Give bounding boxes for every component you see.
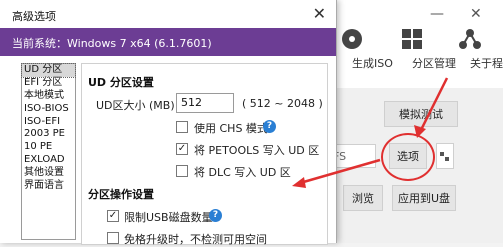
category-item-local[interactable]: 本地模式 [22,90,75,103]
grid-icon [402,29,422,49]
category-item-exload[interactable]: EXLOAD [22,154,75,167]
system-info-bar: 当前系统：Windows 7 x64 (6.1.7601) [0,28,336,56]
category-item-efi[interactable]: EFI 分区 [22,77,75,90]
toolbar-generate-iso-label: 生成ISO [352,57,393,70]
category-item-language[interactable]: 界面语言 [22,180,75,193]
minimize-button[interactable]: — [430,6,444,22]
checker-icon [440,152,449,161]
disc-icon [342,29,362,49]
ud-size-input[interactable]: 512 [176,93,234,113]
category-item-ud[interactable]: UD 分区 [21,63,76,78]
upgrade-no-check-checkbox[interactable] [107,232,119,244]
main-close-button[interactable]: ✕ [470,6,482,22]
limit-usb-label: 限制USB磁盘数量 [124,211,213,224]
chs-mode-label: 使用 CHS 模式 [194,122,268,135]
chs-mode-checkbox[interactable] [176,121,188,133]
category-item-2003pe[interactable]: 2003 PE [22,128,75,141]
limit-usb-checkbox[interactable]: ✓ [107,210,119,222]
toolbar-partition-manage[interactable]: 分区管理 [385,28,456,70]
category-item-iso-efi[interactable]: ISO-EFI [22,116,75,129]
dlc-label: 将 DLC 写入 UD 区 [194,166,291,179]
category-list[interactable]: UD 分区 EFI 分区 本地模式 ISO-BIOS ISO-EFI 2003 … [21,63,76,240]
toolbar-partition-manage-label: 分区管理 [412,57,456,70]
petools-label: 将 PETOOLS 写入 UD 区 [194,144,320,157]
chs-help-icon[interactable]: ? [263,120,276,133]
toolbar-about-label: 关于程序 [470,57,503,70]
system-info-text: 当前系统：Windows 7 x64 (6.1.7601) [12,37,212,50]
browse-button[interactable]: 浏览 [343,185,383,211]
extra-square-button[interactable] [436,143,454,169]
dialog-close-button[interactable]: ✕ [313,4,326,23]
advanced-options-dialog: 高级选项 ✕ 当前系统：Windows 7 x64 (6.1.7601) UD … [0,0,337,246]
options-highlight-circle [381,133,435,181]
upgrade-no-check-label: 免格升级时，不检测可用空间 [124,233,267,246]
toolbar-about[interactable]: 关于程序 [443,28,503,70]
main-toolbar: — ✕ 生成ISO 分区管理 关于程序 [330,0,503,88]
category-item-iso-bios[interactable]: ISO-BIOS [22,103,75,116]
dialog-titlebar: 高级选项 ✕ [0,0,336,28]
category-item-10pe[interactable]: 10 PE [22,141,75,154]
simulate-test-button[interactable]: 模拟测试 [384,101,458,127]
ud-size-label: UD区大小 (MB) [96,99,175,112]
petools-checkbox[interactable]: ✓ [176,143,188,155]
op-section-title: 分区操作设置 [88,188,154,201]
limit-usb-help-icon[interactable]: ? [209,209,222,222]
apply-to-usb-button[interactable]: 应用到U盘 [392,185,456,211]
ud-section-title: UD 分区设置 [88,76,154,89]
category-item-other[interactable]: 其他设置 [22,167,75,180]
network-icon [459,29,481,49]
ud-size-range: ( 512 ~ 2048 ) [242,97,323,110]
dlc-checkbox[interactable] [176,165,188,177]
settings-panel: UD 分区设置 UD区大小 (MB) 512 ( 512 ~ 2048 ) 使用… [81,63,328,246]
dialog-title: 高级选项 [12,10,56,23]
